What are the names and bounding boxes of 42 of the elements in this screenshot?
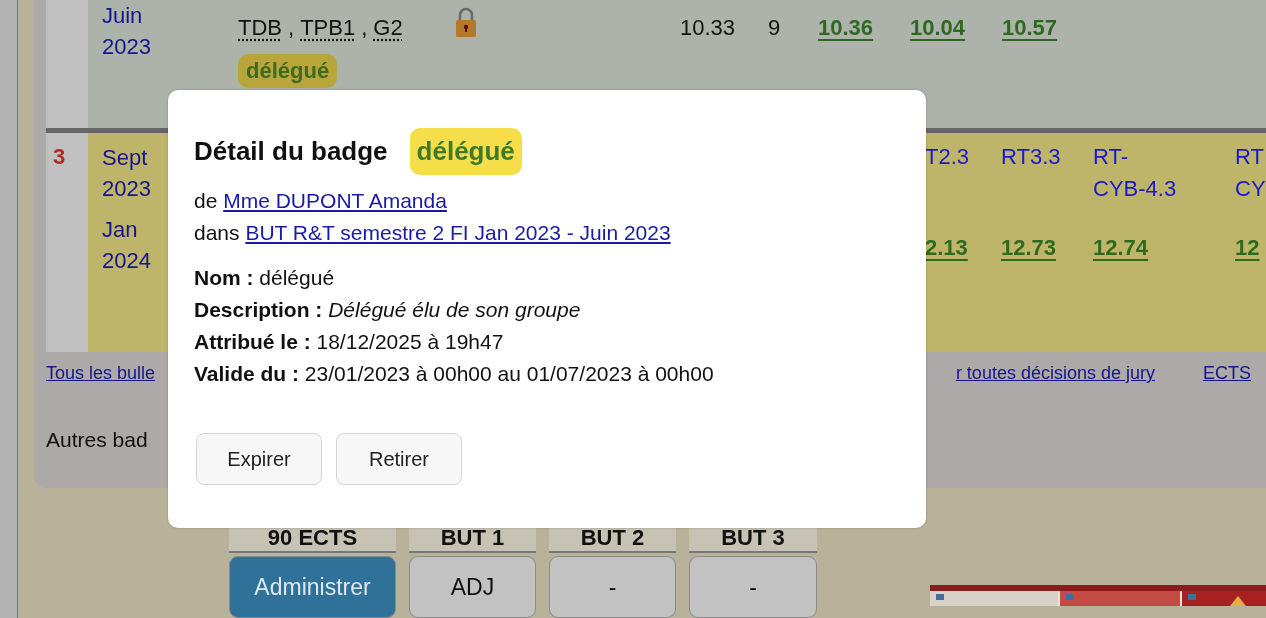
grade-link[interactable]: 10.04 (910, 15, 966, 40)
badge-tag: délégué (409, 128, 522, 175)
context-line: dans BUT R&T semestre 2 FI Jan 2023 - Juin 2023 (194, 220, 672, 246)
comma-separator: , (288, 14, 295, 42)
detail-line: Nom : délégué (194, 265, 336, 291)
dialog-button[interactable]: Expirer (196, 433, 322, 485)
grade-link[interactable]: 12 (1235, 232, 1260, 264)
group-label: TPB1 (300, 14, 356, 42)
value-text: 9 (768, 15, 781, 40)
grade-link[interactable]: 12.73 (1001, 232, 1057, 264)
comma-separator: , (361, 14, 368, 42)
grade-link[interactable]: 2.13 (925, 232, 968, 264)
decision-button[interactable]: Administrer (229, 556, 396, 618)
decision-button[interactable]: - (549, 556, 676, 618)
detail-line: Description : Délégué élu de son groupe (194, 297, 582, 323)
decision-button[interactable]: ADJ (409, 556, 536, 618)
column-header: RT3.3 (1001, 143, 1061, 171)
context-link[interactable]: BUT R&T semestre 2 FI Jan 2023 - Juin 2023 (245, 221, 671, 244)
grade-link[interactable]: 12.74 (1093, 232, 1149, 264)
text-link[interactable]: Tous les bulle (46, 363, 156, 384)
detail-line: Valide du : 23/01/2023 à 00h00 au 01/07/2023 à 00h00 (194, 361, 715, 387)
section-label: Autres bad (46, 428, 148, 451)
semester-date: Juin 2023 (102, 2, 152, 61)
decision-button[interactable]: - (689, 556, 817, 618)
text-link[interactable]: r toutes décisions de jury (955, 363, 1155, 384)
grade-link[interactable]: 10.36 (818, 15, 874, 40)
dialog-title: Détail du badge (194, 136, 388, 167)
grade-link[interactable]: 10.57 (1002, 15, 1058, 40)
group-label: TDB (238, 14, 282, 42)
text-link[interactable]: ECTS (1203, 363, 1251, 384)
detail-line: Attribué le : 18/12/2025 à 19h47 (194, 329, 505, 355)
column-header: RT- CYB-4.3 (1093, 143, 1177, 203)
group-label: G2 (373, 14, 403, 42)
semester-date: Sept 2023 (102, 144, 152, 203)
column-header: RT CY (1235, 143, 1266, 203)
column-header: T2.3 (925, 143, 970, 171)
semester-number: 3 (52, 143, 67, 168)
value-text: 10.33 (680, 15, 736, 40)
semester-date: Jan 2024 (102, 216, 152, 275)
author-line: de Mme DUPONT Amanda (194, 188, 448, 214)
dialog-button[interactable]: Retirer (336, 433, 462, 485)
author-link[interactable]: Mme DUPONT Amanda (223, 189, 447, 212)
